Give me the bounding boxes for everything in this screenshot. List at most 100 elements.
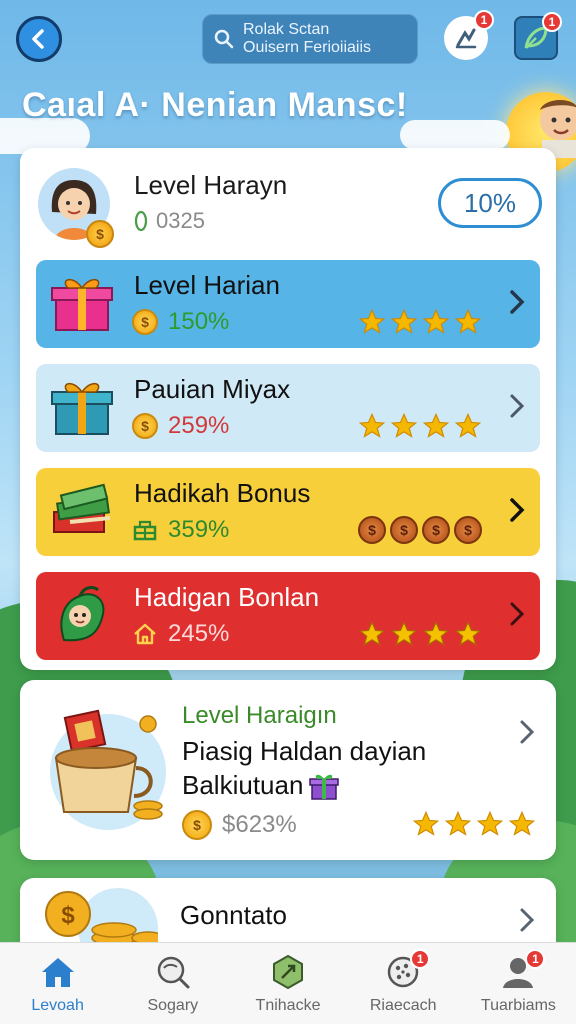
star-icon (358, 620, 386, 646)
nav-badge: 1 (525, 948, 546, 969)
coin-icon: $ (86, 220, 114, 248)
row-value-text: 359% (168, 516, 230, 543)
row-title: Hadigan Bonlan (134, 582, 320, 612)
row-title: Pauian Miyax (134, 374, 291, 404)
star-icon (454, 620, 482, 646)
search-line-2: Ouisern Ferioiiaiis (243, 39, 372, 56)
nav-label: Tnihacke (255, 996, 321, 1014)
star-icon (508, 810, 536, 836)
nav-badge: 1 (410, 948, 431, 969)
user-icon: 1 (499, 948, 546, 991)
star-rating (358, 308, 482, 336)
house-icon (134, 623, 156, 645)
home-icon (39, 953, 77, 991)
chevron-right-icon (518, 906, 536, 939)
card-title-line-1: Piasig Haldan dayian (182, 736, 427, 766)
bonus-row[interactable]: Hadigan Bonlan 245% (36, 572, 540, 660)
profile-name: Level Harayn (134, 170, 288, 200)
notification-badge: 1 (474, 10, 494, 30)
profile-score-value: 0325 (156, 208, 205, 233)
green-character-icon (60, 586, 105, 642)
profile-button[interactable]: 1 (514, 12, 562, 60)
level-row[interactable]: Pauian Miyax $ 259% (36, 364, 540, 452)
star-icon (454, 412, 482, 438)
levels-card: $ Level Harayn 0325 10% Level Harian $ 1… (20, 148, 556, 670)
star-icon (444, 810, 472, 836)
nav-item-search[interactable]: Sogary (115, 943, 230, 1024)
row-value-text: 245% (168, 620, 230, 647)
card-value-text: $623% (222, 811, 297, 838)
star-icon (422, 620, 450, 646)
row-title: Level Harian (134, 270, 280, 300)
card-title-line-2: Balkiutuan (182, 770, 304, 800)
gift-box-icon (51, 278, 113, 331)
star-icon (422, 412, 450, 438)
nav-label: Sogary (147, 996, 199, 1014)
bottom-nav: Levoah Sogary Tnihacke 1 Riaecach 1 Tuar… (0, 942, 576, 1024)
star-icon (412, 810, 440, 836)
row-value-text: 259% (168, 412, 230, 439)
row-value: $ 150% (132, 308, 229, 336)
chevron-right-icon (508, 600, 526, 635)
chevron-right-icon (518, 718, 536, 751)
coin-icon: $ (422, 516, 450, 544)
gift-box-icon (51, 382, 113, 435)
nav-label: Riaecach (369, 996, 437, 1014)
nav-item-home[interactable]: Levoah (0, 943, 115, 1024)
notification-icon (455, 28, 477, 49)
coin-icon: $ (358, 516, 386, 544)
search-input[interactable]: Rolak Sctan Ouisern Ferioiiaiis (202, 14, 418, 64)
chevron-right-icon (508, 496, 526, 531)
cloud (400, 120, 510, 150)
star-icon (390, 412, 418, 438)
back-button[interactable] (16, 16, 62, 62)
row-value: $ 259% (132, 412, 229, 440)
star-icon (358, 308, 386, 334)
profile-score: 0325 (134, 208, 205, 234)
chevron-right-icon (508, 392, 526, 427)
star-icon (390, 308, 418, 334)
chevron-left-icon (32, 29, 44, 49)
nav-label: Tuarbiams (480, 996, 556, 1014)
magnifier-icon (154, 953, 192, 991)
gift-box-icon (309, 774, 340, 800)
star-icon (454, 308, 482, 334)
ticket-icon (133, 520, 157, 541)
nav-item-rewards[interactable]: 1 Riaecach (346, 943, 461, 1024)
cash-stack-icon (53, 483, 111, 533)
coin-rating: $ $ $ $ (358, 516, 482, 544)
search-line-1: Rolak Sctan (243, 21, 330, 38)
progress-percent-badge[interactable]: 10% (438, 178, 542, 228)
notification-button[interactable]: 1 (444, 10, 494, 60)
row-value: 245% (132, 620, 229, 648)
hexagon-tool-icon (269, 953, 307, 991)
row-title: Hadikah Bonus (134, 478, 311, 508)
nav-item-profile[interactable]: 1 Tuarbiams (461, 943, 576, 1024)
coin-icon: $ (390, 516, 418, 544)
star-rating (412, 810, 536, 838)
card-value: $ $623% (182, 810, 297, 840)
star-icon (358, 412, 386, 438)
nav-label: Levoah (31, 996, 84, 1014)
bonus-row[interactable]: Hadikah Bonus 359% $ $ $ $ (36, 468, 540, 556)
card-subtitle: Level Haraigın (182, 702, 337, 729)
svg-text:$: $ (61, 902, 75, 929)
chevron-right-icon (508, 288, 526, 323)
coin-cup-icon (50, 709, 166, 830)
level-row[interactable]: Level Harian $ 150% (36, 260, 540, 348)
star-icon (422, 308, 450, 334)
page-title: Caıal A· Nenian Mansc! (22, 86, 408, 124)
star-rating (358, 412, 482, 440)
search-icon (211, 26, 237, 52)
coin-icon: $ (132, 413, 158, 439)
nav-item-tools[interactable]: Tnihacke (230, 943, 345, 1024)
cookie-icon: 1 (384, 948, 431, 991)
coin-icon: $ (132, 309, 158, 335)
row-value-text: 150% (168, 308, 230, 335)
reward-card[interactable]: Level Haraigın Piasig Haldan dayian Balk… (20, 680, 556, 860)
star-rating (358, 620, 482, 648)
star-icon (390, 620, 418, 646)
row-value: 359% (132, 516, 229, 544)
coin-icon: $ (454, 516, 482, 544)
leaf-icon (134, 210, 148, 232)
